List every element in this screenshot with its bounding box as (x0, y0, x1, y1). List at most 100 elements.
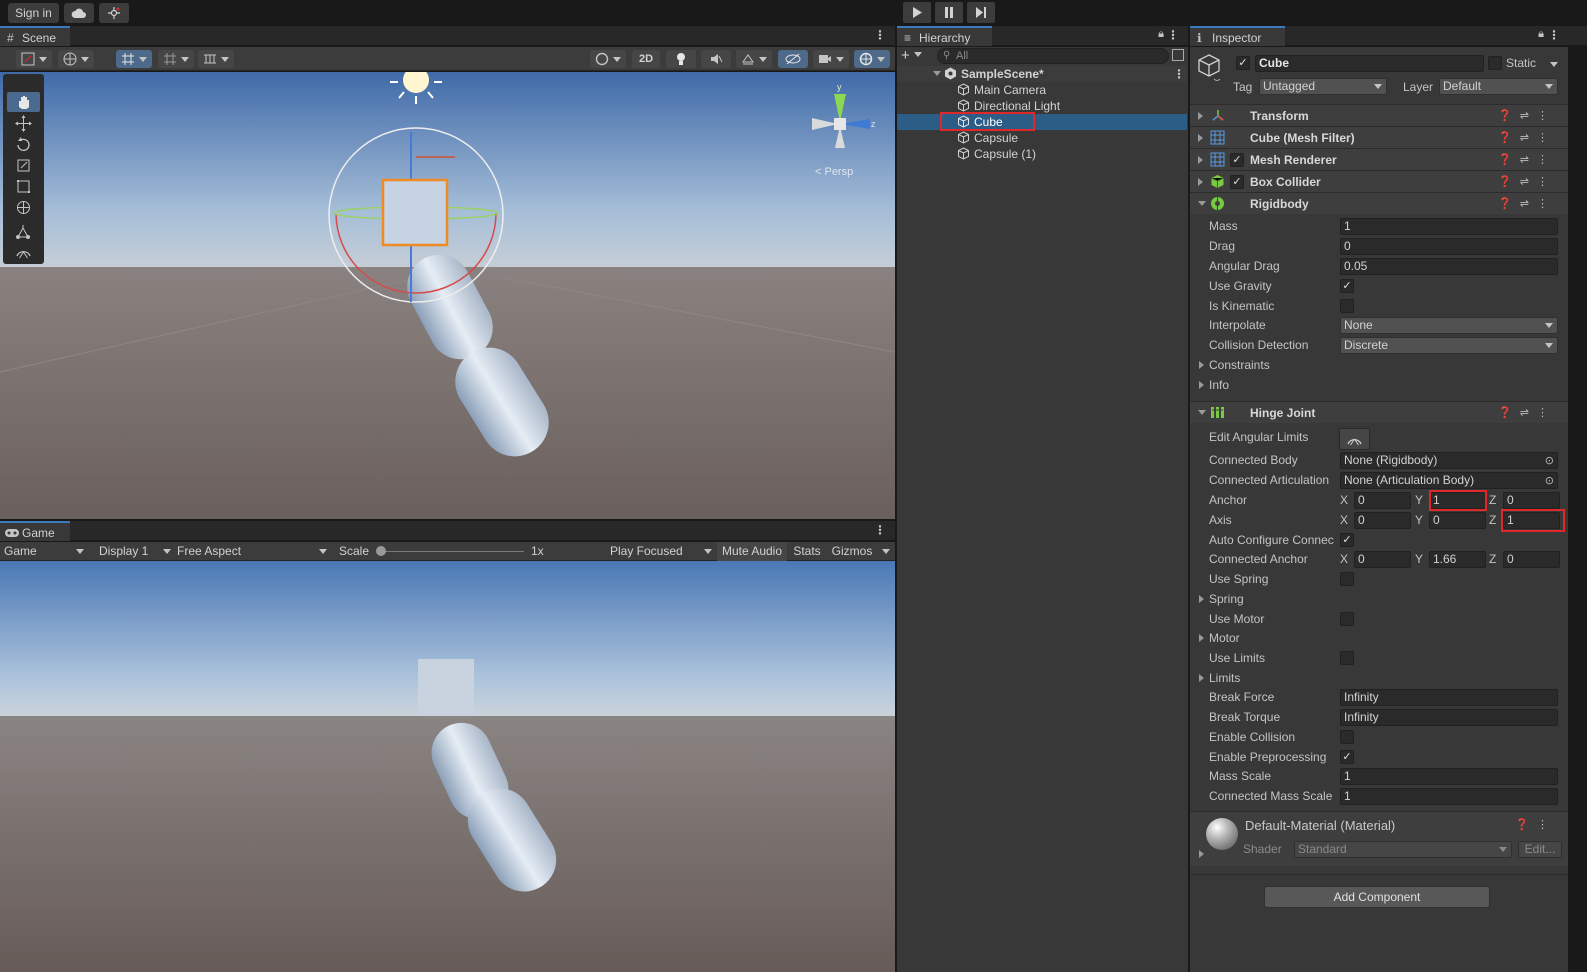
add-component-button[interactable]: Add Component (1264, 886, 1490, 908)
scale-slider-handle[interactable] (376, 546, 386, 556)
object-name-field[interactable]: Cube (1255, 55, 1484, 72)
use-motor-checkbox[interactable] (1340, 612, 1354, 626)
transform-tool-icon[interactable] (7, 198, 40, 217)
component-mesh-filter[interactable]: Cube (Mesh Filter) ❓⇌⋮ (1190, 126, 1568, 148)
game-viewport[interactable] (0, 561, 895, 972)
tag-dropdown[interactable]: Untagged (1259, 78, 1387, 95)
create-add-button[interactable]: + (901, 48, 931, 64)
collab-icon[interactable] (99, 3, 129, 23)
drag-field[interactable]: 0 (1340, 238, 1558, 255)
break-torque-field[interactable]: Infinity (1340, 709, 1558, 726)
search-options-icon[interactable] (1172, 49, 1184, 61)
axis-y-field[interactable]: 0 (1429, 512, 1486, 529)
edit-angular-limits-button[interactable] (1339, 428, 1370, 450)
connected-anchor-x-field[interactable]: 0 (1354, 551, 1411, 568)
gizmos-button[interactable]: Gizmos (827, 542, 877, 561)
expand-arrow-icon[interactable] (933, 71, 941, 76)
object-picker-icon[interactable]: ⊙ (1545, 474, 1554, 489)
fold-arrow-icon[interactable] (1198, 156, 1203, 164)
lock-icon[interactable]: 🔒︎ (1158, 28, 1164, 41)
axis-x-field[interactable]: 0 (1354, 512, 1411, 529)
scale-tool-icon[interactable] (7, 156, 40, 175)
mass-field[interactable]: 1 (1340, 218, 1558, 235)
angular-drag-field[interactable]: 0.05 (1340, 258, 1558, 275)
shader-edit-button[interactable]: Edit... (1518, 841, 1562, 858)
use-limits-checkbox[interactable] (1340, 651, 1354, 665)
break-force-field[interactable]: Infinity (1340, 689, 1558, 706)
component-rigidbody[interactable]: Rigidbody ❓⇌⋮ (1190, 192, 1568, 214)
gizmos-dropdown[interactable] (854, 50, 890, 68)
cloud-icon[interactable] (64, 3, 94, 23)
component-header-icons[interactable]: ❓⇌⋮ (1498, 193, 1556, 215)
draw-mode-dropdown[interactable] (16, 50, 52, 68)
connected-anchor-y-field[interactable]: 1.66 (1429, 551, 1486, 568)
is-kinematic-checkbox[interactable] (1340, 299, 1354, 313)
gizmos-dropdown-arrow[interactable] (882, 549, 890, 554)
layer-dropdown[interactable]: Default (1439, 78, 1558, 95)
connected-mass-scale-field[interactable]: 1 (1340, 788, 1558, 805)
hj-motor-row[interactable]: Motor (1190, 628, 1568, 648)
display-dropdown[interactable]: Display 1 (99, 543, 171, 560)
material-header-icons[interactable]: ❓⋮ (1515, 818, 1556, 831)
fold-arrow-icon[interactable] (1198, 134, 1203, 142)
tab-inspector[interactable]: ℹ Inspector (1190, 26, 1285, 46)
use-spring-checkbox[interactable] (1340, 572, 1354, 586)
auto-configure-checkbox[interactable]: ✓ (1340, 533, 1354, 547)
tab-hierarchy[interactable]: ≡ Hierarchy (897, 26, 992, 46)
increment-snap-dropdown[interactable] (198, 50, 234, 68)
component-header-icons[interactable]: ❓⇌⋮ (1498, 105, 1556, 127)
static-dropdown-arrow[interactable] (1550, 62, 1558, 67)
enable-collision-checkbox[interactable] (1340, 730, 1354, 744)
shading-mode-dropdown[interactable] (590, 50, 626, 68)
custom-tool-icon[interactable] (7, 222, 40, 241)
anchor-x-field[interactable]: 0 (1354, 492, 1411, 509)
play-focus-dropdown[interactable]: Play Focused (610, 543, 712, 560)
scene-viewport[interactable]: y z < Persp (0, 72, 895, 519)
connected-anchor-z-field[interactable]: 0 (1503, 551, 1560, 568)
fold-arrow-icon[interactable] (1198, 410, 1206, 415)
shader-dropdown[interactable]: Standard (1294, 841, 1512, 858)
hierarchy-item[interactable]: Capsule (897, 130, 1187, 146)
interpolate-dropdown[interactable]: None (1340, 317, 1558, 334)
hand-tool-icon[interactable] (7, 92, 40, 112)
scene-root-row[interactable]: SampleScene* ⋮ (897, 66, 1187, 82)
fold-arrow-icon[interactable] (1199, 381, 1204, 389)
stats-button[interactable]: Stats (789, 542, 825, 561)
audio-toggle-icon[interactable] (701, 50, 731, 68)
hierarchy-item[interactable]: Capsule (1) (897, 146, 1187, 162)
camera-settings-dropdown[interactable] (813, 50, 849, 68)
rect-tool-icon[interactable] (7, 177, 40, 196)
pause-button[interactable] (935, 2, 963, 23)
active-checkbox[interactable]: ✓ (1236, 56, 1250, 70)
hierarchy-item-selected[interactable]: Cube (897, 112, 1187, 131)
step-button[interactable] (967, 2, 995, 23)
object-picker-icon[interactable]: ⊙ (1545, 454, 1554, 469)
game-view-dropdown[interactable]: Game (4, 543, 88, 560)
component-box-collider[interactable]: ✓ Box Collider ❓⇌⋮ (1190, 170, 1568, 192)
component-transform[interactable]: Transform ❓⇌⋮ (1190, 104, 1568, 126)
fold-arrow-icon[interactable] (1199, 850, 1204, 858)
hierarchy-search-input[interactable]: ⚲ All (937, 48, 1169, 64)
rb-constraints-row[interactable]: Constraints (1190, 355, 1568, 375)
sign-in-button[interactable]: Sign in (8, 3, 59, 23)
fold-arrow-icon[interactable] (1199, 595, 1204, 603)
component-mesh-renderer[interactable]: ✓ Mesh Renderer ❓⇌⋮ (1190, 148, 1568, 170)
scale-slider-track[interactable] (378, 551, 524, 552)
connected-articulation-field[interactable]: None (Articulation Body) ⊙ (1340, 472, 1558, 489)
fold-arrow-icon[interactable] (1198, 178, 1203, 186)
2d-toggle-button[interactable]: 2D (632, 50, 660, 68)
hj-limits-row[interactable]: Limits (1190, 668, 1568, 688)
static-checkbox[interactable] (1488, 56, 1502, 70)
grid-visibility-dropdown[interactable] (158, 50, 194, 68)
fold-arrow-icon[interactable] (1198, 201, 1206, 206)
grid-snap-button[interactable] (116, 50, 152, 68)
box-collider-enabled-checkbox[interactable]: ✓ (1230, 175, 1244, 189)
joint-limit-tool-icon[interactable] (7, 243, 40, 262)
game-more-icon[interactable]: ⋮ (874, 523, 886, 537)
fold-arrow-icon[interactable] (1198, 112, 1203, 120)
tab-scene[interactable]: # Scene (0, 26, 70, 46)
mass-scale-field[interactable]: 1 (1340, 768, 1558, 785)
scene-more-icon[interactable]: ⋮ (874, 28, 886, 42)
rotate-tool-icon[interactable] (7, 135, 40, 154)
use-gravity-checkbox[interactable]: ✓ (1340, 279, 1354, 293)
